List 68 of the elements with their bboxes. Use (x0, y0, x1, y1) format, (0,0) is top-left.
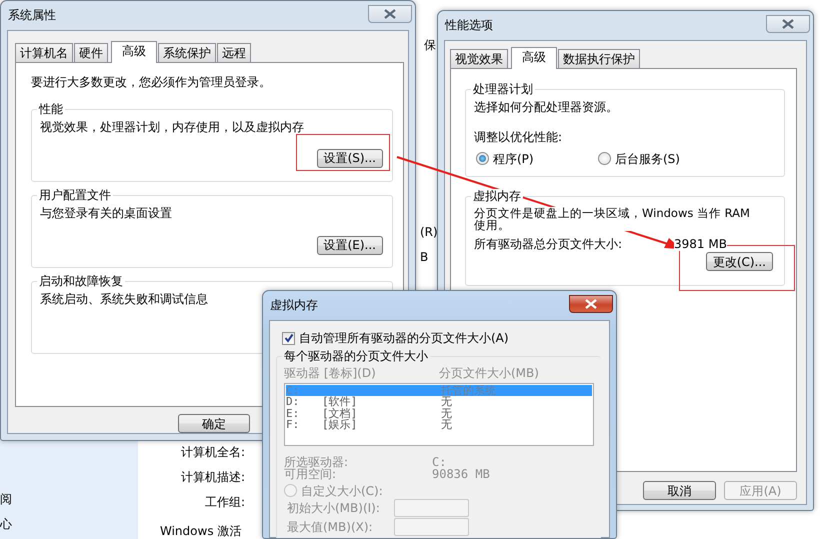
drive-volume: [文档] (322, 408, 358, 420)
sidebar-link[interactable]: 心 (0, 517, 12, 532)
dialog-button[interactable]: 更改(C)... (706, 252, 773, 272)
close-button[interactable] (766, 15, 810, 33)
tab[interactable]: 系统保护 (158, 43, 216, 62)
drive-letter: C: (286, 384, 300, 396)
field-label: 最大值(MB)(X): (287, 520, 374, 534)
tab[interactable]: 远程 (217, 43, 251, 62)
column-header: 驱动器 [卷标](D) (284, 366, 377, 381)
dialog-button[interactable]: 设置(E)... (316, 236, 383, 255)
page-file-size: 无 (441, 419, 452, 431)
field-label: 初始大小(MB)(I): (287, 500, 381, 516)
group-description: 系统启动、系统失败和调试信息 (40, 292, 208, 307)
field-label: 工作组: (204, 495, 245, 510)
text-fragment: B (420, 250, 428, 264)
close-icon (782, 19, 794, 29)
radio-label[interactable]: 程序(P) (493, 152, 534, 166)
group-title: 处理器计划 (471, 82, 535, 96)
page-file-size: 无 (441, 408, 452, 420)
group-description: 视觉效果，处理器计划，内存使用，以及虚拟内存 (40, 120, 304, 135)
dialog-button[interactable]: 确定 (178, 414, 250, 433)
prompt-text: 调整以优化性能: (474, 130, 564, 145)
drive-volume: [娱乐] (322, 419, 358, 431)
field-label: 可用空间: (284, 468, 336, 480)
tab[interactable]: 高级 (111, 41, 157, 63)
section-title: Windows 激活 (160, 524, 242, 538)
radio-label[interactable]: 后台服务(S) (615, 152, 680, 166)
tab[interactable]: 视觉效果 (450, 49, 508, 68)
tab[interactable]: 高级 (511, 47, 557, 69)
group-description: 选择如何分配处理器资源。 (474, 100, 619, 114)
radio-button[interactable] (598, 152, 611, 166)
page-file-size: 无 (441, 396, 452, 408)
drive-volume: [软件] (322, 396, 358, 408)
close-icon (585, 299, 597, 309)
tab[interactable]: 硬件 (74, 43, 108, 62)
window-title: 虚拟内存 (270, 298, 318, 313)
group-title: 虚拟内存 (471, 189, 523, 203)
group-description: 与您登录有关的桌面设置 (40, 206, 172, 221)
column-header: 分页文件大小(MB) (439, 366, 539, 381)
page-file-size: 托管的系统 (441, 384, 496, 396)
group-title: 用户配置文件 (37, 188, 113, 202)
dialog-button[interactable]: 取消 (643, 481, 716, 500)
drive-letter: D: (286, 396, 300, 408)
drive-letter: F: (286, 419, 300, 431)
field-label: 计算机描述: (180, 470, 245, 484)
total-label: 所有驱动器总分页文件大小: (474, 237, 624, 252)
window-title: 系统属性 (8, 8, 56, 23)
radio-label: 自定义大小(C): (301, 484, 383, 498)
field-value: 90836 MB (432, 468, 490, 480)
close-icon (384, 9, 396, 19)
drive-letter: E: (286, 408, 300, 420)
text-fragment: (R) (420, 225, 438, 240)
field-value: C: (432, 456, 446, 468)
field-label: 所选驱动器: (284, 456, 350, 468)
group-title: 启动和故障恢复 (37, 274, 125, 288)
close-button[interactable] (368, 5, 412, 23)
sidebar-link[interactable]: 阅 (0, 492, 12, 506)
tab[interactable]: 数据执行保护 (558, 49, 640, 68)
text-fragment: 保 (424, 38, 436, 52)
window-title: 性能选项 (445, 18, 493, 33)
tab[interactable]: 计算机名 (15, 43, 73, 62)
total-value: 3981 MB (674, 237, 727, 252)
notice-text: 要进行大多数更改，您必须作为管理员登录。 (31, 75, 272, 90)
radio-button[interactable] (476, 152, 489, 166)
group-title: 每个驱动器的分页文件大小 (282, 349, 430, 364)
field-label: 计算机全名: (180, 445, 245, 460)
group-title: 性能 (37, 102, 65, 116)
dialog-button[interactable]: 设置(S)... (316, 148, 383, 168)
